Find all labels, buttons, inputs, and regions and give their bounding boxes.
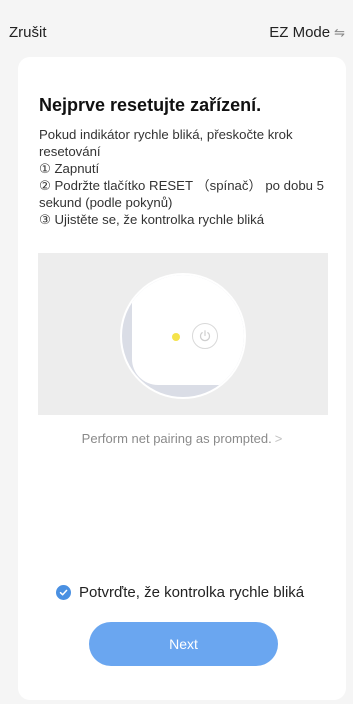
ez-mode-label: EZ Mode — [269, 24, 331, 41]
top-bar: Zrušit EZ Mode ⇋ — [0, 0, 353, 56]
pairing-help-label: Perform net pairing as prompted. — [81, 431, 272, 446]
chevron-right-icon: > — [274, 431, 283, 446]
instruction-line: ① Zapnutí — [39, 161, 100, 176]
device-illustration — [38, 253, 328, 415]
device-closeup — [120, 273, 246, 399]
confirm-label: Potvrďte, že kontrolka rychle bliká — [79, 584, 305, 601]
ez-mode-button[interactable]: EZ Mode ⇋ — [269, 24, 345, 41]
cancel-button[interactable]: Zrušit — [9, 24, 47, 41]
led-indicator-icon — [172, 333, 180, 341]
device-face — [132, 275, 244, 385]
instruction-line: ② Podržte tlačítko RESET （spínač） po dob… — [39, 178, 324, 210]
instruction-line: ③ Ujistěte se, že kontrolka rychle bliká — [39, 212, 265, 227]
next-button[interactable]: Next — [89, 622, 278, 666]
instructions: Pokud indikátor rychle bliká, přeskočte … — [39, 126, 339, 228]
page-title: Nejprve resetujte zařízení. — [39, 95, 262, 115]
instruction-line: Pokud indikátor rychle bliká, přeskočte … — [39, 127, 293, 159]
confirm-checkbox[interactable]: Potvrďte, že kontrolka rychle bliká — [56, 584, 304, 601]
reset-instructions-card: Nejprve resetujte zařízení. Pokud indiká… — [18, 57, 346, 700]
pairing-help-link[interactable]: Perform net pairing as prompted. > — [18, 431, 346, 446]
swap-icon: ⇋ — [334, 24, 345, 40]
power-icon — [192, 323, 218, 349]
check-icon — [56, 585, 71, 600]
